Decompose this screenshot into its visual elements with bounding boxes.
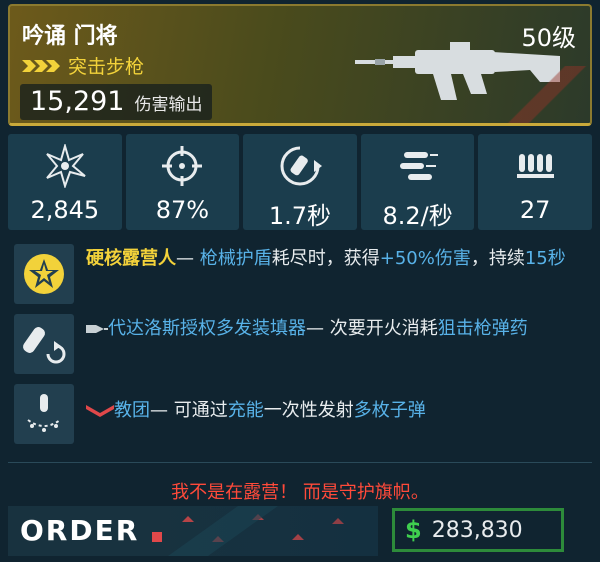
stat-damage: 2,845	[8, 134, 122, 230]
weapon-name: 吟诵 门将	[22, 24, 118, 49]
perk-1-dash: —	[176, 248, 200, 269]
impact-icon	[46, 144, 86, 188]
perk-1-text: 硬核露营人— 枪械护盾耗尽时，获得+50%伤害，持续15秒	[86, 246, 586, 272]
damage-value: 15,291	[30, 86, 125, 117]
perk-3-part4: 多枚子弹	[353, 400, 426, 421]
manufacturer-banner: ORDER	[8, 506, 378, 556]
perk-1-part2: 耗尽时，获得	[271, 248, 380, 269]
perk-2-dash: —	[306, 318, 330, 339]
perk-1-part5: 15秒	[524, 248, 566, 269]
stat-magazine-value: 27	[519, 196, 551, 224]
perk-1-part4: ，持续	[470, 248, 525, 269]
stat-magazine: 27	[478, 134, 592, 230]
footer: ORDER $ 283,830	[8, 506, 592, 556]
perk-1-icon-box	[14, 244, 74, 304]
rarity-chevron-icon	[22, 59, 60, 72]
stat-damage-value: 2,845	[30, 196, 100, 224]
magazine-icon	[517, 154, 555, 178]
currency-icon: $	[405, 516, 422, 544]
manufacturer-icon	[86, 325, 108, 333]
stat-accuracy-value: 87%	[155, 196, 210, 224]
ammo-refill-icon	[23, 327, 66, 364]
reload-icon	[280, 146, 322, 186]
perk-1-part3: +50%伤害	[379, 248, 471, 269]
weapon-card: 吟诵 门将 50级 突击步枪 15,291 伤害输出 2,845 87% 1.7…	[0, 0, 600, 562]
flavor-divider	[8, 462, 592, 463]
stat-firerate-value: 8.2/秒	[382, 202, 453, 230]
perk-3-title: 教团	[114, 400, 150, 421]
perk-3-dash: —	[150, 400, 174, 421]
perk-1-part1: 枪械护盾	[199, 248, 272, 269]
flavor-text: 我不是在露营！ 而是守护旗帜。	[171, 482, 429, 503]
banner-pattern-icon	[152, 506, 344, 556]
assault-rifle-icon	[355, 42, 560, 100]
stat-reload: 1.7秒	[243, 134, 357, 230]
perk-2-text: 代达洛斯授权多发装填器— 次要开火消耗狙击枪弹药	[86, 316, 586, 342]
perk-1: 硬核露营人— 枪械护盾耗尽时，获得+50%伤害，持续15秒	[8, 242, 592, 308]
perk-2: 代达洛斯授权多发装填器— 次要开火消耗狙击枪弹药	[8, 312, 592, 378]
damage-label: 伤害输出	[134, 95, 203, 115]
stats-row: 2,845 87% 1.7秒 8.2/秒 27	[8, 134, 592, 230]
stat-accuracy: 87%	[125, 134, 240, 230]
perk-2-icon-box	[14, 314, 74, 374]
price-value: 283,830	[431, 517, 523, 543]
stat-firerate: 8.2/秒	[360, 134, 475, 230]
perk-1-title: 硬核露营人	[86, 248, 176, 269]
perk-3-icon-box	[14, 384, 74, 444]
charge-shot-icon	[27, 394, 61, 432]
bullets-icon	[399, 152, 438, 180]
perk-2-title: 代达洛斯授权多发装填器	[108, 318, 306, 339]
manufacturer-logo: ORDER	[20, 514, 140, 547]
price-box: $ 283,830	[392, 508, 564, 552]
perk-3-part3: 一次性发射	[263, 400, 354, 421]
perk-3-part1: 可通过	[173, 400, 228, 421]
rarity-row: 突击步枪	[22, 52, 144, 79]
perk-2-part1: 次要开火消耗	[329, 318, 438, 339]
stat-reload-value: 1.7秒	[268, 202, 332, 230]
perk-3-text: 教团— 可通过充能一次性发射多枚子弹	[86, 398, 586, 424]
perk-3: 教团— 可通过充能一次性发射多枚子弹	[8, 382, 592, 448]
star-badge-icon	[24, 254, 64, 294]
perk-2-part2: 狙击枪弹药	[437, 318, 528, 339]
order-chevron-icon	[86, 405, 114, 417]
weapon-header: 吟诵 门将 50级 突击步枪 15,291 伤害输出	[8, 4, 592, 126]
weapon-type: 突击步枪	[68, 56, 145, 78]
perk-3-part2: 充能	[227, 400, 264, 421]
damage-box: 15,291 伤害输出	[20, 84, 213, 120]
crosshair-icon	[162, 146, 203, 186]
